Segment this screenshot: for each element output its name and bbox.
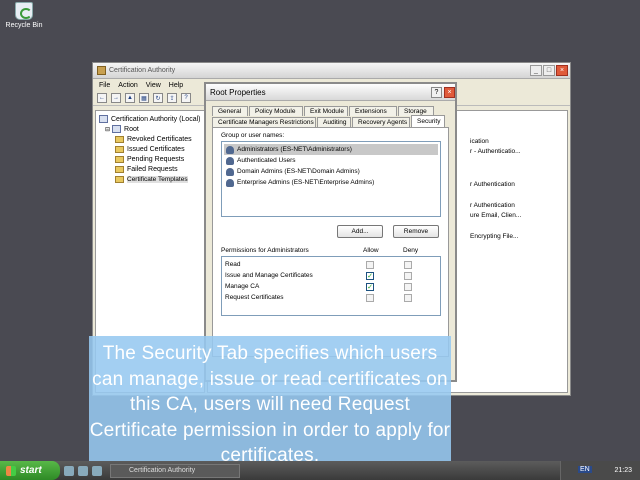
- menu-help[interactable]: Help: [169, 82, 183, 89]
- show-tree-icon[interactable]: ▦: [139, 93, 149, 103]
- allow-checkbox[interactable]: ✓: [366, 272, 374, 280]
- refresh-icon[interactable]: ↻: [153, 93, 163, 103]
- system-tray: 21:23: [560, 461, 640, 480]
- details-fragment: r - Authenticatio...: [470, 148, 521, 155]
- help-button[interactable]: ?: [431, 86, 442, 98]
- permission-name: Manage CA: [225, 283, 260, 290]
- permissions-label: Permissions for Administrators: [221, 247, 309, 254]
- help-icon[interactable]: ?: [181, 93, 191, 103]
- deny-checkbox[interactable]: [404, 272, 412, 280]
- export-icon[interactable]: ⇪: [167, 93, 177, 103]
- tutorial-caption: The Security Tab specifies which users c…: [89, 336, 451, 467]
- start-button[interactable]: start: [0, 461, 60, 480]
- tab-row-1: General Policy Module Exit Module Extens…: [212, 106, 435, 116]
- group-icon: [226, 167, 234, 176]
- taskbar-item-certification-authority[interactable]: Certification Authority: [110, 463, 240, 478]
- user-row[interactable]: Enterprise Admins (ES-NET\Enterprise Adm…: [224, 177, 438, 188]
- security-tab-panel: Group or user names: Administrators (ES-…: [212, 127, 449, 357]
- recycle-bin-icon[interactable]: Recycle Bin: [4, 2, 44, 29]
- tab-recovery-agents[interactable]: Recovery Agents: [352, 117, 410, 127]
- add-button[interactable]: Add...: [337, 225, 383, 238]
- quicklaunch-browser-icon[interactable]: [78, 465, 88, 476]
- menu-action[interactable]: Action: [118, 82, 137, 89]
- permission-name: Issue and Manage Certificates: [225, 272, 313, 279]
- quicklaunch-folder-icon[interactable]: [92, 465, 102, 476]
- window-titlebar[interactable]: Certification Authority _ □ ×: [93, 63, 570, 79]
- deny-checkbox[interactable]: [404, 261, 412, 269]
- quicklaunch-desktop-icon[interactable]: [64, 465, 74, 476]
- tab-policy-module[interactable]: Policy Module: [249, 106, 303, 116]
- group-icon: [226, 145, 234, 154]
- tab-security[interactable]: Security: [411, 115, 445, 127]
- tree-item-revoked[interactable]: Revoked Certificates: [99, 134, 201, 144]
- language-indicator[interactable]: EN: [578, 466, 592, 473]
- tab-exit-module[interactable]: Exit Module: [304, 106, 348, 116]
- details-fragment: Encrypting File...: [470, 233, 519, 240]
- tab-certificate-managers[interactable]: Certificate Managers Restrictions: [212, 117, 316, 127]
- details-fragment: ication: [470, 138, 489, 145]
- dialog-close-button[interactable]: ×: [444, 86, 455, 98]
- tab-general[interactable]: General: [212, 106, 248, 116]
- permission-name: Read: [225, 261, 241, 268]
- window-title: Certification Authority: [109, 67, 176, 74]
- tree-ca-root[interactable]: ⊟ Root: [99, 124, 201, 134]
- close-button[interactable]: ×: [556, 65, 568, 76]
- allow-header: Allow: [363, 247, 379, 254]
- app-icon: [97, 66, 106, 75]
- dialog-title: Root Properties: [210, 87, 266, 97]
- up-folder-icon[interactable]: ▲: [125, 93, 135, 103]
- user-row[interactable]: Administrators (ES-NET\Administrators): [224, 144, 438, 155]
- folder-icon: [115, 135, 124, 143]
- recycle-bin-label: Recycle Bin: [5, 22, 43, 29]
- tree-item-templates[interactable]: Certificate Templates: [99, 174, 201, 184]
- ca-icon: [112, 125, 122, 133]
- tab-row-2: Certificate Managers Restrictions Auditi…: [212, 115, 446, 127]
- deny-header: Deny: [403, 247, 419, 254]
- group-icon: [226, 178, 234, 187]
- tree-root[interactable]: Certification Authority (Local): [99, 114, 201, 124]
- folder-icon: [115, 175, 124, 183]
- windows-logo-icon: [6, 465, 16, 476]
- deny-checkbox[interactable]: [404, 283, 412, 291]
- tab-extensions[interactable]: Extensions: [349, 106, 397, 116]
- folder-icon: [115, 145, 124, 153]
- tree-item-issued[interactable]: Issued Certificates: [99, 144, 201, 154]
- forward-arrow-icon[interactable]: →: [111, 93, 121, 103]
- group-icon: [226, 156, 234, 165]
- user-row[interactable]: Domain Admins (ES-NET\Domain Admins): [224, 166, 438, 177]
- folder-icon: [115, 155, 124, 163]
- allow-checkbox[interactable]: [366, 261, 374, 269]
- permission-name: Request Certificates: [225, 294, 284, 301]
- folder-icon: [115, 165, 124, 173]
- details-fragment: ure Email, Clien...: [470, 212, 522, 219]
- tree-item-pending[interactable]: Pending Requests: [99, 154, 201, 164]
- tab-auditing[interactable]: Auditing: [317, 117, 351, 127]
- user-list[interactable]: Administrators (ES-NET\Administrators) A…: [221, 141, 441, 217]
- allow-checkbox[interactable]: [366, 294, 374, 302]
- taskbar: start Certification Authority 21:23: [0, 461, 640, 480]
- group-names-label: Group or user names:: [221, 132, 285, 139]
- clock[interactable]: 21:23: [614, 467, 632, 474]
- tree-item-failed[interactable]: Failed Requests: [99, 164, 201, 174]
- details-fragment: r Authentication: [470, 202, 515, 209]
- menu-file[interactable]: File: [99, 82, 110, 89]
- certificate-icon: [99, 115, 108, 123]
- minimize-button[interactable]: _: [530, 65, 542, 76]
- expand-minus-icon[interactable]: ⊟: [105, 126, 110, 133]
- deny-checkbox[interactable]: [404, 294, 412, 302]
- allow-checkbox[interactable]: ✓: [366, 283, 374, 291]
- user-row[interactable]: Authenticated Users: [224, 155, 438, 166]
- remove-button[interactable]: Remove: [393, 225, 439, 238]
- menu-view[interactable]: View: [146, 82, 161, 89]
- details-fragment: r Authentication: [470, 181, 515, 188]
- permissions-list: Read Issue and Manage Certificates Manag…: [221, 256, 441, 316]
- dialog-titlebar[interactable]: Root Properties ? ×: [206, 84, 455, 101]
- maximize-button[interactable]: □: [543, 65, 555, 76]
- recycle-bin-graphic: [15, 2, 33, 20]
- back-arrow-icon[interactable]: ←: [97, 93, 107, 103]
